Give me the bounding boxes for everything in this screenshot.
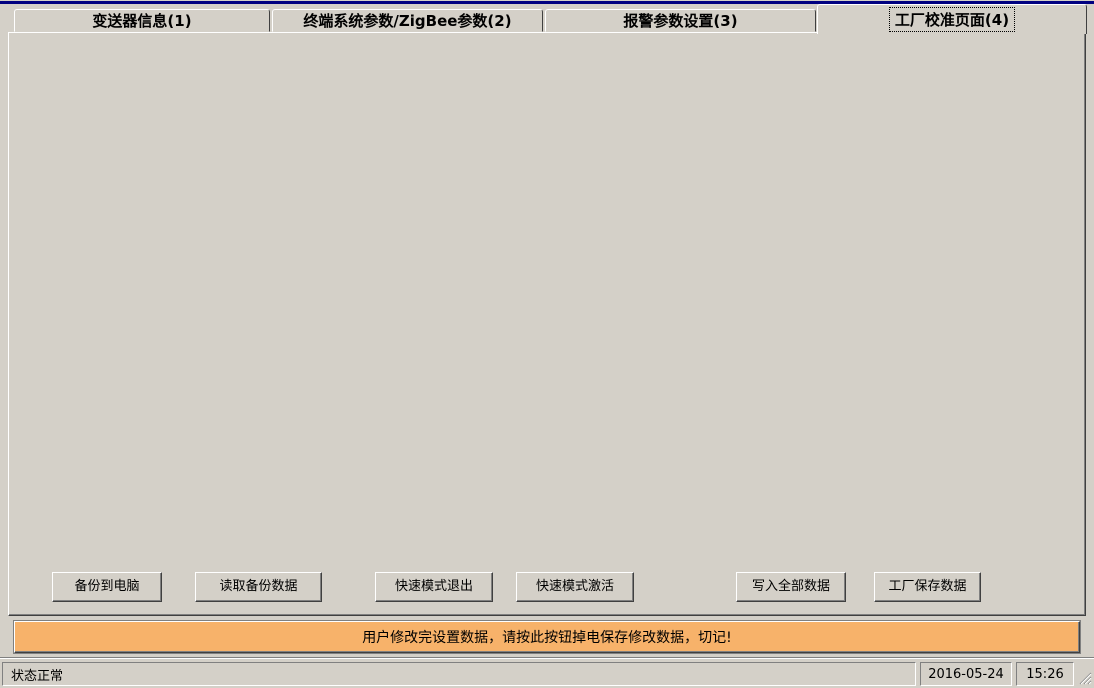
statusbar-divider	[0, 657, 1094, 659]
tab-terminal-zigbee-params[interactable]: 终端系统参数/ZigBee参数(2)	[272, 9, 543, 32]
read-backup-data-button[interactable]: 读取备份数据	[195, 572, 322, 602]
tab-factory-calibration[interactable]: 工厂校准页面(4)	[817, 4, 1087, 34]
status-date: 2016-05-24	[920, 662, 1012, 686]
status-time: 15:26	[1016, 662, 1074, 686]
tab-page-factory-calibration	[8, 32, 1086, 616]
fast-mode-activate-button[interactable]: 快速模式激活	[516, 572, 634, 602]
tab-label: 工厂校准页面(4)	[888, 7, 1016, 32]
tab-transmitter-info[interactable]: 变送器信息(1)	[14, 9, 270, 32]
status-text: 状态正常	[2, 662, 916, 686]
backup-to-pc-button[interactable]: 备份到电脑	[52, 572, 162, 602]
tab-label: 终端系统参数/ZigBee参数(2)	[303, 12, 512, 30]
resize-grip[interactable]	[1079, 672, 1092, 685]
write-all-data-button[interactable]: 写入全部数据	[736, 572, 846, 602]
power-down-save-banner-button[interactable]: 用户修改完设置数据，请按此按钮掉电保存修改数据，切记!	[14, 621, 1080, 653]
factory-calibration-window: 变送器信息(1) 终端系统参数/ZigBee参数(2) 报警参数设置(3) 工厂…	[0, 0, 1094, 688]
factory-save-data-button[interactable]: 工厂保存数据	[874, 572, 981, 602]
tab-label: 变送器信息(1)	[92, 12, 192, 30]
tab-alarm-params[interactable]: 报警参数设置(3)	[545, 9, 816, 32]
fast-mode-exit-button[interactable]: 快速模式退出	[375, 572, 493, 602]
tab-label: 报警参数设置(3)	[623, 12, 738, 30]
